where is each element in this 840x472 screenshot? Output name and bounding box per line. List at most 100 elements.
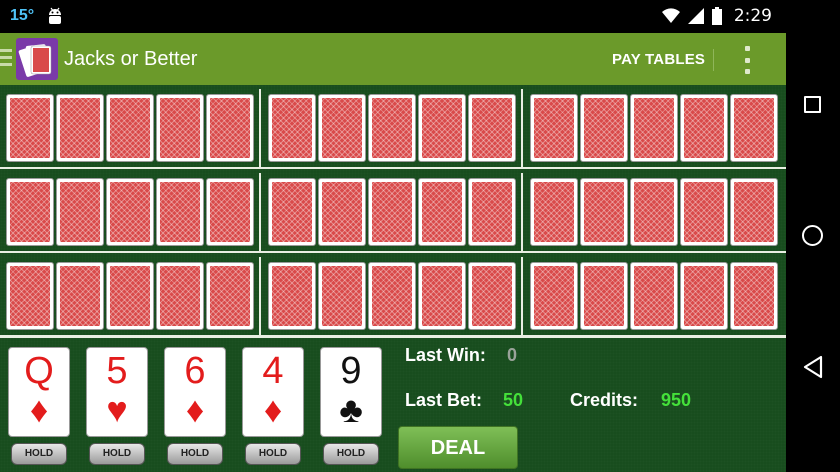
card-back	[156, 178, 204, 246]
last-bet-label: Last Bet:	[405, 390, 483, 410]
android-debug-icon	[49, 7, 61, 24]
player-card[interactable]: 6 ♦	[164, 347, 226, 437]
hand-group	[268, 262, 516, 330]
home-icon[interactable]	[802, 225, 823, 246]
card-back	[268, 178, 316, 246]
card-suit-icon: ♥	[106, 389, 128, 430]
player-card[interactable]: Q ♦	[8, 347, 70, 437]
card-back	[368, 178, 416, 246]
card-rank: Q	[24, 350, 54, 392]
battery-icon	[711, 7, 722, 25]
card-back	[6, 262, 54, 330]
card-suit-icon: ♦	[29, 389, 49, 430]
card-back	[630, 94, 678, 162]
hand-group	[268, 178, 516, 246]
wifi-icon	[661, 8, 680, 23]
last-win-label: Last Win:	[405, 345, 486, 365]
card-back	[680, 262, 728, 330]
card-back	[468, 178, 516, 246]
app-title: Jacks or Better	[64, 48, 198, 70]
card-back	[680, 94, 728, 162]
card-back	[106, 178, 154, 246]
card-back	[268, 94, 316, 162]
card-back	[680, 178, 728, 246]
pay-tables-button[interactable]: PAY TABLES	[612, 51, 705, 68]
card-back	[156, 94, 204, 162]
status-bar: 15° 2:29	[0, 0, 786, 33]
card-back	[530, 94, 578, 162]
card-back	[156, 262, 204, 330]
hand-row	[0, 169, 786, 253]
hold-button[interactable]: HOLD	[323, 443, 379, 465]
hand-separator	[259, 89, 261, 167]
card-back	[318, 178, 366, 246]
app-bar-divider	[713, 49, 714, 71]
hold-button[interactable]: HOLD	[167, 443, 223, 465]
game-table: Q ♦ HOLD 5 ♥ HOLD 6 ♦ HOLD 4 ♦ HOLD 9 ♣ HOLD Last Win:…	[0, 85, 786, 472]
player-card[interactable]: 9 ♣	[320, 347, 382, 437]
card-back	[106, 262, 154, 330]
hold-button[interactable]: HOLD	[245, 443, 301, 465]
system-nav-bar	[786, 0, 840, 472]
status-icons: 2:29	[661, 6, 772, 26]
card-suit-icon: ♦	[185, 389, 205, 430]
hand-row	[0, 253, 786, 337]
card-back	[730, 94, 778, 162]
card-back	[318, 94, 366, 162]
hand-separator	[259, 173, 261, 251]
hold-button[interactable]: HOLD	[11, 443, 67, 465]
card-suit-icon: ♦	[263, 389, 283, 430]
recents-icon[interactable]	[804, 96, 821, 113]
hand-group	[268, 94, 516, 162]
card-back	[56, 94, 104, 162]
card-back	[318, 262, 366, 330]
hand-separator	[259, 257, 261, 335]
credits-label: Credits:	[570, 390, 639, 410]
cell-signal-icon	[687, 8, 704, 24]
credits-value: 950	[661, 390, 692, 410]
hand-group	[530, 94, 778, 162]
hand-separator	[521, 257, 523, 335]
hand-group	[6, 94, 254, 162]
player-card[interactable]: 5 ♥	[86, 347, 148, 437]
drawer-icon[interactable]	[0, 49, 14, 69]
card-back	[6, 94, 54, 162]
hand-separator	[521, 89, 523, 167]
app-bar: Jacks or Better PAY TABLES	[0, 33, 786, 85]
card-back	[206, 262, 254, 330]
card-rank: 5	[106, 350, 128, 392]
hold-button[interactable]: HOLD	[89, 443, 145, 465]
overflow-menu-icon[interactable]	[743, 46, 751, 74]
card-rank: 4	[262, 350, 284, 392]
card-back	[730, 262, 778, 330]
deal-button[interactable]: DEAL	[398, 426, 518, 469]
hand-group	[6, 262, 254, 330]
player-card[interactable]: 4 ♦	[242, 347, 304, 437]
card-back	[418, 262, 466, 330]
card-back	[368, 94, 416, 162]
card-back	[468, 262, 516, 330]
card-back	[630, 262, 678, 330]
card-back	[730, 178, 778, 246]
hand-group	[6, 178, 254, 246]
card-back	[106, 94, 154, 162]
back-icon[interactable]	[802, 355, 824, 379]
card-back	[580, 262, 628, 330]
card-back	[580, 178, 628, 246]
card-back	[56, 262, 104, 330]
card-back	[368, 262, 416, 330]
clock: 2:29	[733, 6, 772, 26]
hand-group	[530, 262, 778, 330]
card-rank: 6	[184, 350, 206, 392]
app-logo-icon[interactable]	[16, 38, 58, 80]
card-back	[530, 262, 578, 330]
hand-separator	[521, 173, 523, 251]
card-suit-icon: ♣	[339, 389, 363, 430]
card-rank: 9	[340, 350, 362, 392]
table-divider	[0, 336, 786, 338]
last-bet-value: 50	[503, 390, 524, 410]
card-back	[268, 262, 316, 330]
hand-row	[0, 85, 786, 169]
card-back	[418, 178, 466, 246]
temperature-readout: 15°	[10, 7, 35, 24]
